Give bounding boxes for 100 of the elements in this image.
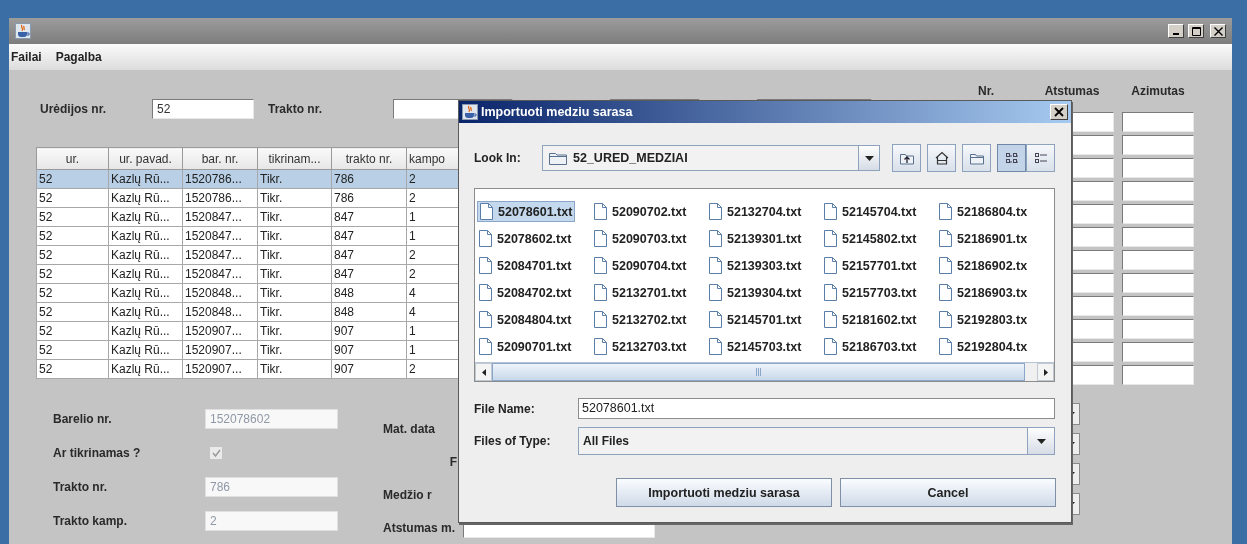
file-item[interactable]: 52157703.txt xyxy=(822,282,919,303)
horizontal-scrollbar[interactable] xyxy=(475,362,1054,381)
file-icon xyxy=(939,203,952,220)
text-field[interactable] xyxy=(1122,319,1194,339)
file-item[interactable]: 52139301.txt xyxy=(707,228,804,249)
menu-item[interactable]: Failai xyxy=(11,48,42,66)
table-cell: Tikr. xyxy=(257,283,332,303)
text-field[interactable] xyxy=(1122,135,1194,155)
file-item[interactable]: 52181602.txt xyxy=(822,309,919,330)
new-folder-button[interactable] xyxy=(962,144,991,172)
file-name: 52145704.txt xyxy=(842,204,917,219)
text-field[interactable] xyxy=(1122,296,1194,316)
file-type-dropdown[interactable]: All Files xyxy=(578,427,1055,455)
table-row[interactable]: 52 Kazlų Rū... 1520786... Tikr. 786 2 xyxy=(36,169,482,189)
text-field[interactable] xyxy=(1122,158,1194,178)
file-item[interactable]: 52192804.tx xyxy=(937,336,1030,357)
file-icon xyxy=(479,284,492,301)
folder-dropdown[interactable]: 52_URED_MEDZIAI xyxy=(542,145,880,171)
table-cell: 1520786... xyxy=(182,188,258,208)
close-icon xyxy=(1213,26,1223,36)
text-field[interactable] xyxy=(1122,342,1194,362)
file-name: 52157701.txt xyxy=(842,258,917,273)
file-item[interactable]: 52145703.txt xyxy=(707,336,804,357)
field-label: Mat. data xyxy=(383,422,436,436)
file-icon xyxy=(939,338,952,355)
maximize-button[interactable] xyxy=(1188,24,1204,38)
file-name-field[interactable]: 52078601.txt xyxy=(578,398,1055,419)
table-cell: Kazlų Rū... xyxy=(108,245,183,265)
field-label: Trakto nr. xyxy=(53,480,109,494)
file-item[interactable]: 52132701.txt xyxy=(592,282,689,303)
file-name: 52090701.txt xyxy=(497,339,572,354)
close-icon xyxy=(1054,107,1064,117)
cancel-button[interactable]: Cancel xyxy=(840,478,1056,507)
text-field[interactable] xyxy=(1122,273,1194,293)
column-header[interactable]: ur. pavad. xyxy=(108,147,183,170)
right-arrow-icon xyxy=(1043,368,1048,376)
file-item[interactable]: 52145802.txt xyxy=(822,228,919,249)
column-header[interactable]: bar. nr. xyxy=(182,147,258,170)
file-item[interactable]: 52186804.tx xyxy=(937,201,1030,222)
list-view-button[interactable] xyxy=(997,144,1026,172)
text-field[interactable] xyxy=(1122,112,1194,132)
text-field[interactable] xyxy=(1122,250,1194,270)
column-header: Azimutas xyxy=(1130,84,1186,100)
file-item[interactable]: 52078601.txt xyxy=(477,201,576,222)
file-item[interactable]: 52132702.txt xyxy=(592,309,689,330)
menu-item[interactable]: Pagalba xyxy=(55,48,102,66)
file-icon xyxy=(939,284,952,301)
file-name: 52090704.txt xyxy=(612,258,687,273)
file-item[interactable]: 52186901.tx xyxy=(937,228,1030,249)
cup-icon xyxy=(462,104,478,120)
file-name: 52078602.txt xyxy=(497,231,572,246)
left-arrow-icon xyxy=(481,368,486,376)
file-icon xyxy=(594,338,607,355)
file-item[interactable]: 52186903.tx xyxy=(937,282,1030,303)
file-item[interactable]: 52132704.txt xyxy=(707,201,804,222)
file-item[interactable]: 52145701.txt xyxy=(707,309,804,330)
close-button[interactable] xyxy=(1210,24,1226,38)
folder-icon xyxy=(549,151,567,165)
file-item[interactable]: 52139304.txt xyxy=(707,282,804,303)
home-button[interactable] xyxy=(927,144,956,172)
file-item[interactable]: 52090702.txt xyxy=(592,201,689,222)
text-field[interactable]: 52 xyxy=(152,99,254,119)
file-item[interactable]: 52139303.txt xyxy=(707,255,804,276)
file-name: 52186901.tx xyxy=(957,231,1028,246)
table-cell: Tikr. xyxy=(257,188,332,208)
table-cell: 848 xyxy=(331,302,407,322)
text-field[interactable] xyxy=(1122,365,1194,385)
field-label: Trakto kamp. xyxy=(53,514,129,528)
column-header[interactable]: trakto nr. xyxy=(331,147,407,170)
column-header[interactable]: ur. xyxy=(36,147,109,170)
text-field[interactable] xyxy=(1122,227,1194,247)
file-name: 52132704.txt xyxy=(727,204,802,219)
import-button[interactable]: Importuoti medziu sarasa xyxy=(616,478,832,507)
column-header[interactable]: tikrinam... xyxy=(257,147,332,170)
file-item[interactable]: 52145704.txt xyxy=(822,201,919,222)
file-icon xyxy=(594,230,607,247)
file-item[interactable]: 52157701.txt xyxy=(822,255,919,276)
text-field[interactable] xyxy=(1122,204,1194,224)
file-name: 52192804.tx xyxy=(957,339,1028,354)
table-cell: 847 xyxy=(331,226,407,246)
file-item[interactable]: 52192803.tx xyxy=(937,309,1030,330)
file-item[interactable]: 52186902.tx xyxy=(937,255,1030,276)
table-cell: 52 xyxy=(36,264,109,284)
file-item[interactable]: 52090703.txt xyxy=(592,228,689,249)
minimize-button[interactable] xyxy=(1168,24,1184,38)
table-cell: Kazlų Rū... xyxy=(108,302,183,322)
close-button[interactable] xyxy=(1050,104,1068,120)
field-label: Barelio nr. xyxy=(53,412,113,426)
text-field[interactable] xyxy=(1122,181,1194,201)
column-header: Atstumas xyxy=(1043,84,1101,100)
file-name: 52084702.txt xyxy=(497,285,572,300)
file-item[interactable]: 52090704.txt xyxy=(592,255,689,276)
file-item[interactable]: 52132703.txt xyxy=(592,336,689,357)
file-name: 52145703.txt xyxy=(727,339,802,354)
file-icon xyxy=(480,203,493,220)
file-icon xyxy=(824,338,837,355)
file-item[interactable]: 52186703.txt xyxy=(822,336,919,357)
folder-up-button[interactable] xyxy=(892,144,921,172)
file-icon xyxy=(709,203,722,220)
details-view-button[interactable] xyxy=(1026,144,1055,172)
